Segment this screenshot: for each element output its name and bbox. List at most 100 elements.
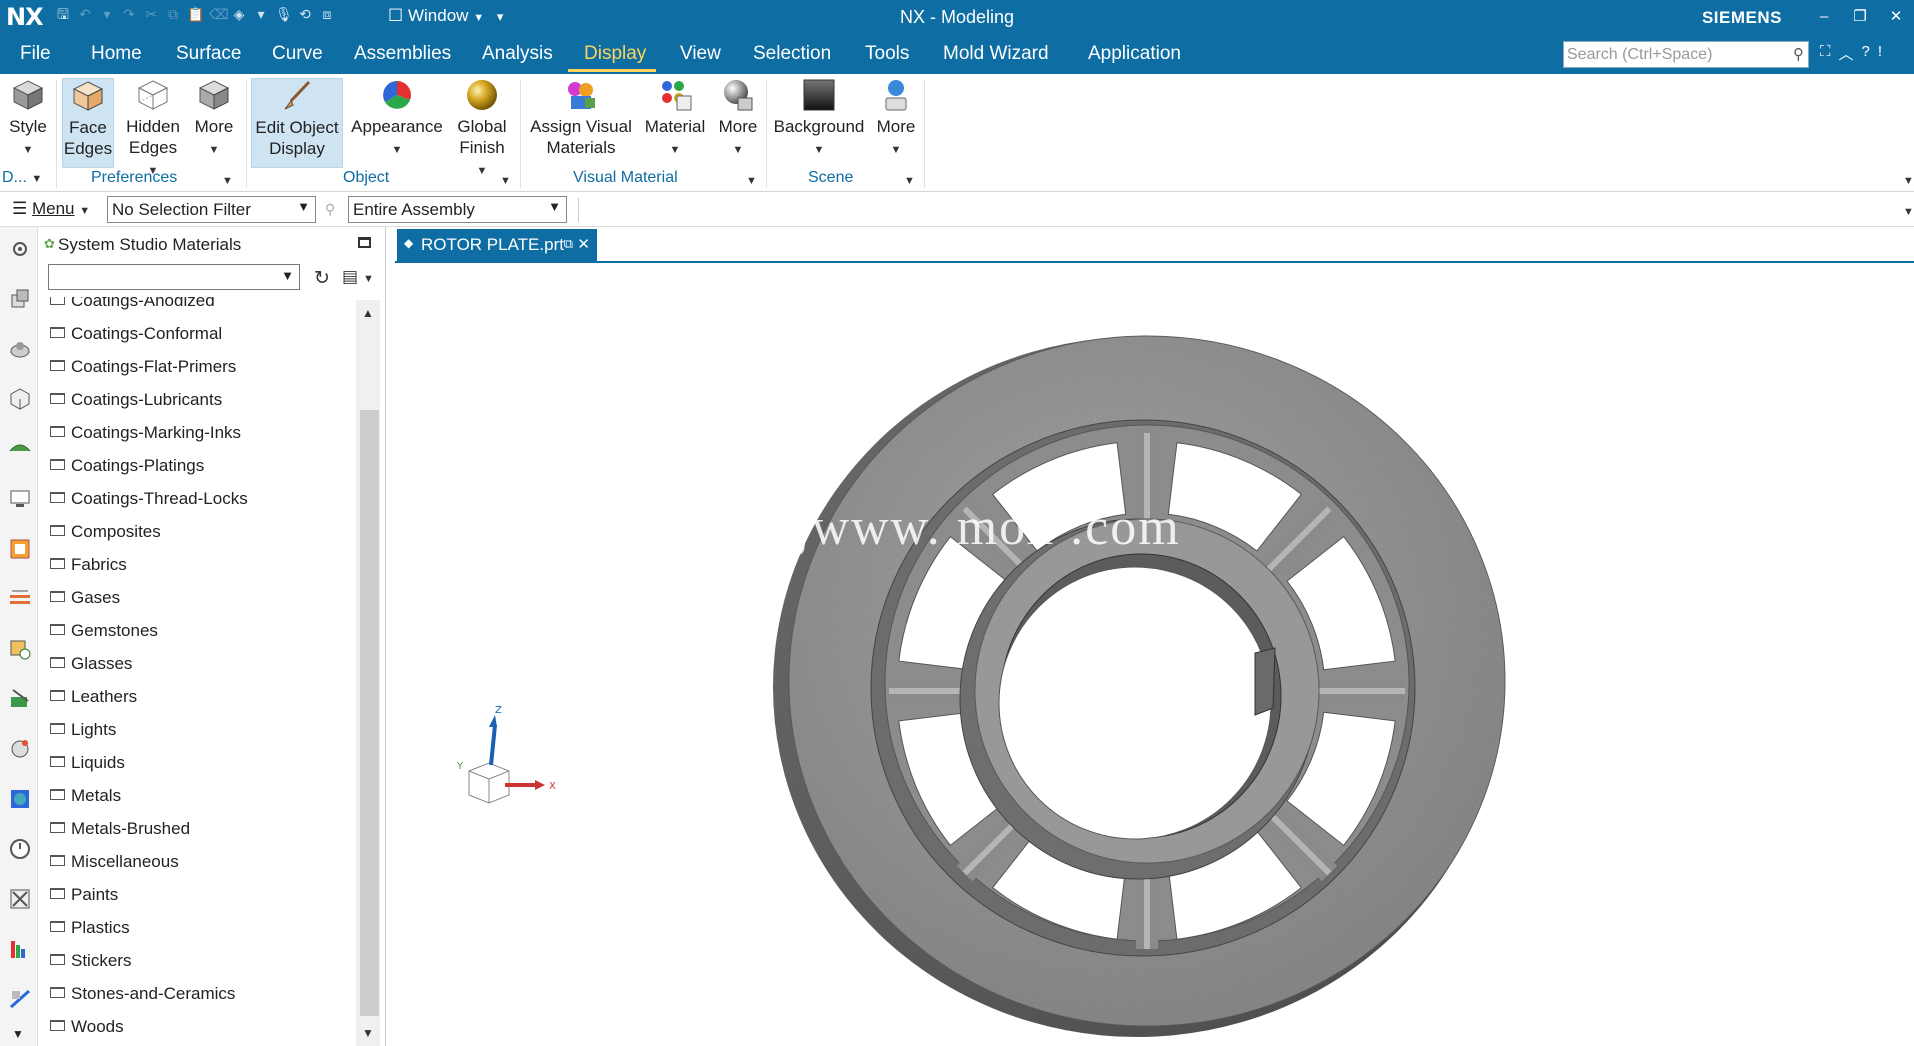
- restore-icon[interactable]: ❐: [1842, 0, 1878, 34]
- tools-icon[interactable]: [8, 887, 32, 911]
- list-item[interactable]: Metals-Brushed: [50, 819, 190, 839]
- system-materials-icon[interactable]: [8, 787, 32, 811]
- command-search-input[interactable]: Search (Ctrl+Space) ⚲: [1563, 41, 1809, 68]
- clock-icon[interactable]: [8, 837, 32, 861]
- menu-application[interactable]: Application: [1088, 43, 1181, 65]
- process-studio-icon[interactable]: [8, 637, 32, 661]
- refresh-icon[interactable]: ↻: [314, 267, 330, 290]
- assembly-navigator-icon[interactable]: [8, 287, 32, 311]
- analysis-icon[interactable]: [8, 987, 32, 1011]
- scroll-up-icon[interactable]: ▲: [362, 306, 374, 320]
- scrollbar-thumb[interactable]: [360, 410, 379, 1016]
- active-tab-indicator: [568, 69, 656, 72]
- chevron-down-icon[interactable]: ▼: [746, 175, 757, 187]
- appearance-button[interactable]: Appearance ▼: [350, 78, 444, 161]
- ribbon-options-icon[interactable]: ▼: [1903, 175, 1914, 187]
- face-edges-button[interactable]: Face Edges: [62, 78, 114, 168]
- menu-mold-wizard[interactable]: Mold Wizard: [943, 43, 1049, 65]
- edit-object-display-label-2: Display: [269, 139, 325, 158]
- list-item[interactable]: Paints: [50, 885, 118, 905]
- list-scrollbar[interactable]: ▲ ▼: [356, 300, 380, 1046]
- web-browser-icon[interactable]: [8, 537, 32, 561]
- filter-icon[interactable]: ⚲: [325, 201, 335, 218]
- hidden-edges-button[interactable]: Hidden Edges ▼: [122, 78, 184, 182]
- close-icon[interactable]: ✕: [1878, 0, 1914, 34]
- menu-curve[interactable]: Curve: [272, 43, 323, 65]
- list-item[interactable]: Gases: [50, 588, 120, 608]
- graphics-window[interactable]: jwww. mox .com Z X Y: [395, 263, 1914, 1046]
- chevron-down-icon[interactable]: ▼: [500, 175, 511, 187]
- chevron-down-icon[interactable]: ▼: [222, 175, 233, 187]
- close-icon[interactable]: ✕: [577, 235, 590, 253]
- material-library-select[interactable]: ▼: [48, 264, 300, 290]
- list-item[interactable]: Coatings-Platings: [50, 456, 204, 476]
- list-item[interactable]: Stickers: [50, 951, 131, 971]
- list-item[interactable]: Coatings-Anodized: [50, 297, 215, 311]
- menu-assemblies[interactable]: Assemblies: [354, 43, 451, 65]
- material-button[interactable]: Material ▼: [640, 78, 710, 161]
- selection-scope-select[interactable]: Entire Assembly ▼: [348, 196, 567, 223]
- toolbar-options-icon[interactable]: ▼: [1903, 206, 1914, 218]
- list-item[interactable]: Miscellaneous: [50, 852, 179, 872]
- menu-display[interactable]: Display: [584, 43, 646, 65]
- list-item[interactable]: Coatings-Flat-Primers: [50, 357, 236, 377]
- manufacturing-wizards-icon[interactable]: [8, 687, 32, 711]
- menu-home[interactable]: Home: [91, 43, 142, 65]
- more-scene-button[interactable]: More ▼: [872, 78, 920, 161]
- maximize-icon[interactable]: [358, 237, 371, 248]
- global-finish-button[interactable]: Global Finish ▼: [452, 78, 512, 182]
- menu-tools[interactable]: Tools: [865, 43, 909, 65]
- history-palette-icon[interactable]: [8, 587, 32, 611]
- reuse-library-icon[interactable]: [8, 437, 32, 461]
- tab-rotor-plate[interactable]: ◆ ROTOR PLATE.prt ⧉ ✕: [397, 229, 597, 261]
- full-screen-icon[interactable]: ⛶: [1820, 43, 1831, 64]
- library-options-icon[interactable]: ▤: [342, 267, 358, 287]
- constraint-navigator-icon[interactable]: [8, 337, 32, 361]
- list-item[interactable]: Coatings-Marking-Inks: [50, 423, 241, 443]
- chevron-down-icon[interactable]: ▼: [12, 1027, 24, 1041]
- list-item[interactable]: Lights: [50, 720, 116, 740]
- help-icon[interactable]: ?: [1862, 43, 1870, 64]
- menu-button[interactable]: ☰ Menu ▼: [12, 199, 90, 219]
- menu-analysis[interactable]: Analysis: [482, 43, 553, 65]
- menu-file[interactable]: File: [20, 43, 51, 65]
- minimize-icon[interactable]: –: [1806, 0, 1842, 34]
- search-icon[interactable]: ⚲: [1793, 45, 1804, 63]
- list-item[interactable]: Plastics: [50, 918, 130, 938]
- color-palette-icon[interactable]: [8, 937, 32, 961]
- alert-icon[interactable]: !: [1878, 43, 1882, 64]
- list-item[interactable]: Metals: [50, 786, 121, 806]
- undock-icon[interactable]: ⧉: [564, 236, 573, 252]
- list-item[interactable]: Coatings-Lubricants: [50, 390, 222, 410]
- assign-visual-materials-button[interactable]: Assign Visual Materials: [529, 78, 633, 158]
- group-label-display[interactable]: D... ▼: [2, 169, 42, 187]
- rotor-plate-model[interactable]: [395, 263, 1914, 1046]
- hd3d-tools-icon[interactable]: [8, 487, 32, 511]
- more-preferences-button[interactable]: More ▼: [190, 78, 238, 161]
- background-button[interactable]: Background ▼: [772, 78, 866, 161]
- list-item[interactable]: Woods: [50, 1017, 124, 1037]
- list-item[interactable]: Leathers: [50, 687, 137, 707]
- part-navigator-icon[interactable]: [8, 387, 32, 411]
- selection-filter-select[interactable]: No Selection Filter ▼: [107, 196, 316, 223]
- edit-object-display-button[interactable]: Edit Object Display: [251, 78, 343, 168]
- more-visual-material-button[interactable]: More ▼: [714, 78, 762, 161]
- roles-icon[interactable]: [8, 737, 32, 761]
- list-item[interactable]: Fabrics: [50, 555, 127, 575]
- menu-view[interactable]: View: [680, 43, 721, 65]
- list-item[interactable]: Gemstones: [50, 621, 158, 641]
- style-button[interactable]: Style ▼: [6, 78, 50, 161]
- list-item[interactable]: Coatings-Conformal: [50, 324, 222, 344]
- chevron-down-icon[interactable]: ▼: [904, 175, 915, 187]
- chevron-down-icon[interactable]: ▼: [363, 273, 374, 285]
- menu-selection[interactable]: Selection: [753, 43, 831, 65]
- list-item[interactable]: Coatings-Thread-Locks: [50, 489, 248, 509]
- collapse-ribbon-icon[interactable]: ︿: [1839, 43, 1854, 64]
- list-item[interactable]: Stones-and-Ceramics: [50, 984, 235, 1004]
- gear-icon[interactable]: [8, 237, 32, 261]
- scroll-down-icon[interactable]: ▼: [362, 1026, 374, 1040]
- menu-surface[interactable]: Surface: [176, 43, 241, 65]
- list-item[interactable]: Glasses: [50, 654, 132, 674]
- list-item[interactable]: Liquids: [50, 753, 125, 773]
- list-item[interactable]: Composites: [50, 522, 161, 542]
